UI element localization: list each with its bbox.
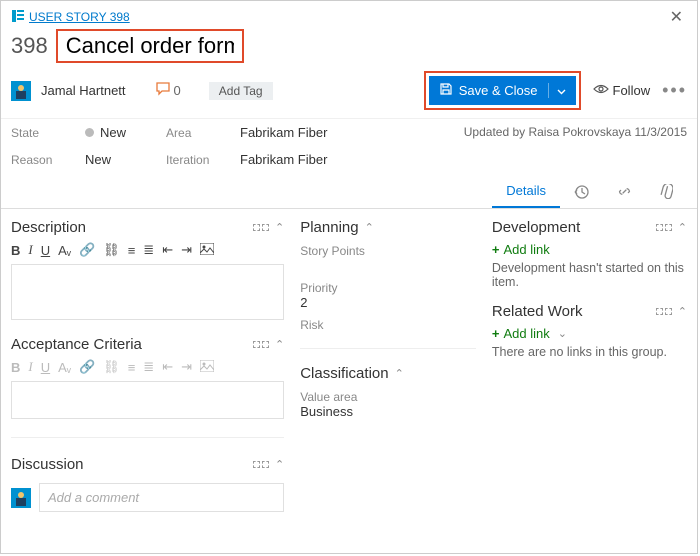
more-actions-button[interactable]: ••• <box>662 80 687 101</box>
description-heading: Description <box>11 219 86 236</box>
expand-icon[interactable] <box>656 224 672 231</box>
chevron-up-icon[interactable]: ⌃ <box>678 305 687 318</box>
expand-icon[interactable] <box>253 461 269 468</box>
related-empty-text: There are no links in this group. <box>492 345 687 359</box>
state-value[interactable]: New <box>85 125 126 140</box>
add-tag-button[interactable]: Add Tag <box>209 82 273 100</box>
related-work-heading: Related Work <box>492 303 583 320</box>
avatar <box>11 81 31 101</box>
history-icon <box>574 184 589 199</box>
plus-icon: + <box>492 326 500 341</box>
user-story-icon <box>11 9 25 26</box>
acceptance-editor[interactable] <box>11 381 284 419</box>
area-label: Area <box>166 126 220 140</box>
development-empty-text: Development hasn't started on this item. <box>492 261 687 289</box>
acceptance-heading: Acceptance Criteria <box>11 336 142 353</box>
iteration-label: Iteration <box>166 153 220 167</box>
add-link-development[interactable]: +Add link <box>492 242 687 257</box>
image-icon[interactable] <box>200 360 214 375</box>
area-value[interactable]: Fabrikam Fiber <box>240 125 327 140</box>
follow-label: Follow <box>613 83 651 98</box>
add-link-related[interactable]: +Add link⌄ <box>492 326 687 341</box>
risk-label: Risk <box>300 318 476 332</box>
story-points-value[interactable] <box>300 258 476 273</box>
comment-input[interactable]: Add a comment <box>39 483 284 512</box>
updated-by-text: Updated by Raisa Pokrovskaya 11/3/2015 <box>464 125 687 167</box>
description-editor[interactable] <box>11 264 284 320</box>
comments-count[interactable]: 0 <box>156 82 181 99</box>
chevron-up-icon[interactable]: ⌃ <box>365 221 374 234</box>
iteration-value[interactable]: Fabrikam Fiber <box>240 152 327 167</box>
chevron-up-icon[interactable]: ⌃ <box>275 458 284 471</box>
plus-icon: + <box>492 242 500 257</box>
tab-links[interactable] <box>603 175 646 208</box>
expand-icon[interactable] <box>656 308 672 315</box>
breadcrumb-link[interactable]: USER STORY 398 <box>29 10 130 24</box>
story-points-label: Story Points <box>300 244 476 258</box>
close-icon[interactable]: ✕ <box>666 7 687 27</box>
comment-icon <box>156 82 170 99</box>
priority-value[interactable]: 2 <box>300 295 476 310</box>
classification-heading: Classification <box>300 365 388 382</box>
image-icon[interactable] <box>200 243 214 258</box>
acceptance-toolbar[interactable]: BIUAᵥ🔗⛓≡≣⇤⇥ <box>11 353 284 381</box>
save-and-close-button[interactable]: Save & Close <box>429 76 576 105</box>
tab-details[interactable]: Details <box>492 175 560 208</box>
save-button-label: Save & Close <box>459 83 538 98</box>
chevron-down-icon: ⌄ <box>558 327 567 340</box>
chevron-up-icon[interactable]: ⌃ <box>395 367 404 380</box>
avatar <box>11 488 31 508</box>
state-label: State <box>11 126 65 140</box>
chevron-up-icon[interactable]: ⌃ <box>678 221 687 234</box>
tab-attachments[interactable] <box>646 175 687 208</box>
follow-button[interactable]: Follow <box>593 83 651 98</box>
reason-value[interactable]: New <box>85 152 111 167</box>
expand-icon[interactable] <box>253 224 269 231</box>
title-field[interactable] <box>60 31 240 61</box>
planning-heading: Planning <box>300 219 358 236</box>
tab-history[interactable] <box>560 175 603 208</box>
eye-icon <box>593 83 609 98</box>
work-item-id: 398 <box>11 33 48 59</box>
assignee-name[interactable]: Jamal Hartnett <box>41 83 126 98</box>
chevron-up-icon[interactable]: ⌃ <box>275 221 284 234</box>
development-heading: Development <box>492 219 580 236</box>
value-area-label: Value area <box>300 390 476 404</box>
description-toolbar[interactable]: BIUAᵥ🔗⛓≡≣⇤⇥ <box>11 236 284 264</box>
link-icon <box>617 184 632 199</box>
value-area-value[interactable]: Business <box>300 404 476 419</box>
chevron-down-icon[interactable] <box>548 83 566 98</box>
save-icon <box>439 82 453 99</box>
reason-label: Reason <box>11 153 65 167</box>
chevron-up-icon[interactable]: ⌃ <box>275 338 284 351</box>
expand-icon[interactable] <box>253 341 269 348</box>
comment-count-value: 0 <box>174 83 181 98</box>
discussion-heading: Discussion <box>11 456 84 473</box>
attachment-icon <box>660 184 673 199</box>
priority-label: Priority <box>300 281 476 295</box>
